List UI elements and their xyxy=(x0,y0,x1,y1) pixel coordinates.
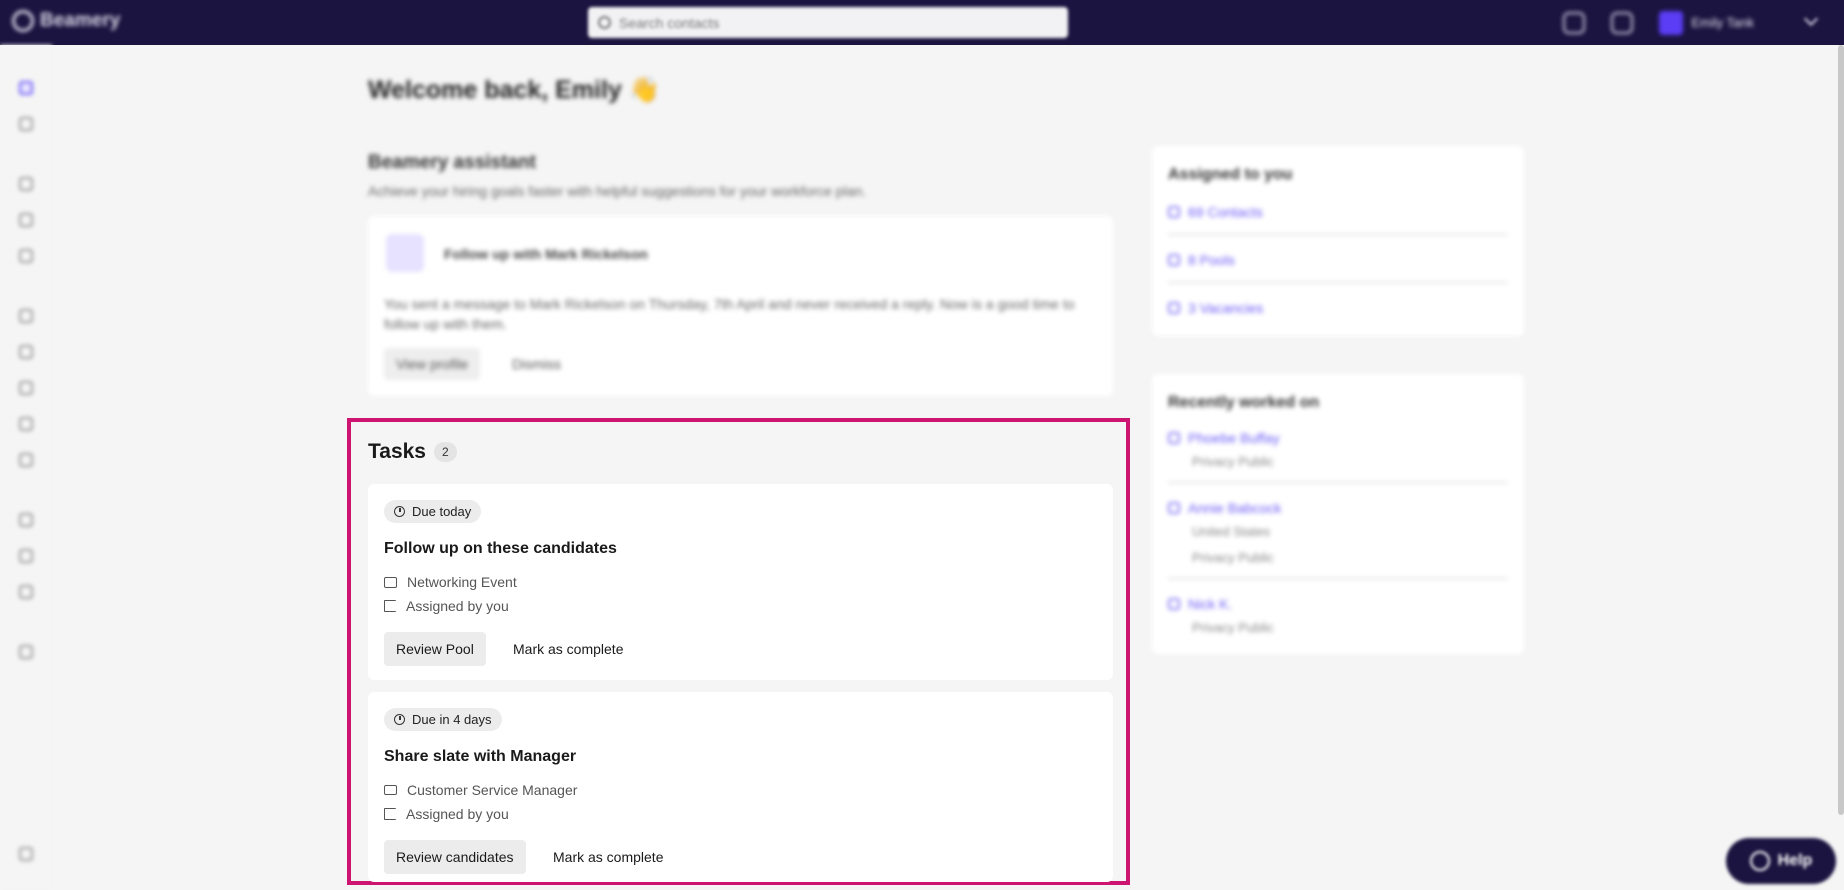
bell-icon[interactable] xyxy=(1563,11,1586,34)
divider xyxy=(1168,578,1508,579)
assigned-card: Assigned to you 69 Contacts 8 Pools 3 Va… xyxy=(1152,146,1524,336)
due-badge: Due in 4 days xyxy=(384,708,502,731)
home-icon[interactable] xyxy=(19,81,33,95)
brand-logo[interactable]: Beamery xyxy=(12,10,120,32)
recent-item-link[interactable]: Phoebe Buffay xyxy=(1168,430,1280,446)
user-menu[interactable]: Emily Tank xyxy=(1659,10,1754,35)
mark-complete-button[interactable]: Mark as complete xyxy=(513,641,623,657)
document-icon[interactable] xyxy=(19,345,33,359)
clock-icon xyxy=(394,714,405,725)
user-name: Emily Tank xyxy=(1691,15,1754,30)
filter-icon[interactable] xyxy=(19,453,33,467)
user-icon xyxy=(1168,502,1180,514)
flag-icon xyxy=(384,808,396,820)
search-placeholder: Search contacts xyxy=(619,14,720,31)
dismiss-button[interactable]: Dismiss xyxy=(512,356,561,372)
recent-card: Recently worked on Phoebe Buffay Privacy… xyxy=(1152,374,1524,654)
expand-icon[interactable] xyxy=(19,847,33,861)
folder-icon[interactable] xyxy=(19,213,33,227)
key-icon[interactable] xyxy=(19,513,33,527)
clock-icon xyxy=(394,506,405,517)
bolt-icon[interactable] xyxy=(19,645,33,659)
briefcase-icon[interactable] xyxy=(19,249,33,263)
side-nav xyxy=(0,45,52,890)
user-icon xyxy=(1168,598,1180,610)
assistant-card-title: Follow up with Mark Rickelson xyxy=(444,246,648,262)
flag-icon xyxy=(384,600,396,612)
divider xyxy=(1168,234,1508,235)
pools-link[interactable]: 8 Pools xyxy=(1168,252,1235,268)
task-title: Follow up on these candidates xyxy=(384,540,617,557)
assistant-subtitle: Achieve your hiring goals faster with he… xyxy=(368,183,867,199)
globe-icon[interactable] xyxy=(19,585,33,599)
user-icon xyxy=(1168,432,1180,444)
calendar-icon[interactable] xyxy=(19,417,33,431)
brand-name: Beamery xyxy=(40,10,121,31)
tasks-header: Tasks 2 xyxy=(368,440,457,464)
view-profile-button[interactable]: View profile xyxy=(384,348,481,380)
task-assigned: Assigned by you xyxy=(384,598,509,614)
recent-item-link[interactable]: Nick K. xyxy=(1168,596,1232,612)
help-icon xyxy=(1749,851,1770,871)
mail-icon[interactable] xyxy=(19,309,33,323)
vacancies-link[interactable]: 3 Vacancies xyxy=(1168,300,1263,316)
beamery-logo-icon xyxy=(12,10,34,32)
book-icon[interactable] xyxy=(1611,11,1634,34)
recent-item-meta: Privacy Public xyxy=(1192,620,1274,635)
help-button[interactable]: Help xyxy=(1726,838,1836,884)
tasks-title: Tasks xyxy=(368,440,426,463)
page-title: Welcome back, Emily 👋 xyxy=(368,76,660,104)
assistant-card: Follow up with Mark Rickelson You sent a… xyxy=(368,216,1113,396)
recent-title: Recently worked on xyxy=(1168,394,1320,411)
contacts-icon[interactable] xyxy=(19,177,33,191)
recent-item-meta: United States xyxy=(1192,524,1271,539)
recent-item-meta: Privacy Public xyxy=(1192,550,1274,565)
recent-item-meta: Privacy Public xyxy=(1192,454,1274,469)
user-icon xyxy=(1168,206,1180,218)
task-assigned: Assigned by you xyxy=(384,806,509,822)
assigned-title: Assigned to you xyxy=(1168,166,1293,183)
folder-icon xyxy=(384,576,397,588)
divider xyxy=(1168,282,1508,283)
tasks-count-badge: 2 xyxy=(434,442,457,462)
avatar xyxy=(1659,10,1684,35)
task-card: Due today Follow up on these candidates … xyxy=(368,484,1113,680)
task-title: Share slate with Manager xyxy=(384,748,577,765)
chart-icon[interactable] xyxy=(19,549,33,563)
review-candidates-button[interactable]: Review candidates xyxy=(384,840,526,874)
search-input[interactable]: Search contacts xyxy=(588,7,1068,38)
scrollbar[interactable] xyxy=(1838,45,1844,815)
task-card: Due in 4 days Share slate with Manager C… xyxy=(368,692,1113,882)
top-actions: Emily Tank xyxy=(1563,0,1844,45)
inbox-icon[interactable] xyxy=(19,117,33,131)
review-pool-button[interactable]: Review Pool xyxy=(384,632,486,666)
list-icon[interactable] xyxy=(19,381,33,395)
mark-complete-button[interactable]: Mark as complete xyxy=(553,849,663,865)
recent-item-link[interactable]: Annie Babcock xyxy=(1168,500,1281,516)
contacts-link[interactable]: 69 Contacts xyxy=(1168,204,1263,220)
task-context: Networking Event xyxy=(384,574,517,590)
divider xyxy=(1168,482,1508,483)
search-icon xyxy=(598,16,611,29)
briefcase-icon xyxy=(384,785,397,795)
assistant-icon xyxy=(386,234,424,272)
task-context: Customer Service Manager xyxy=(384,782,577,798)
due-badge: Due today xyxy=(384,500,482,523)
assistant-card-text: You sent a message to Mark Rickelson on … xyxy=(384,296,1075,332)
folder-icon xyxy=(1168,254,1180,266)
top-bar: Beamery Search contacts Emily Tank xyxy=(0,0,1844,45)
briefcase-icon xyxy=(1168,302,1180,314)
assistant-title: Beamery assistant xyxy=(368,152,536,173)
